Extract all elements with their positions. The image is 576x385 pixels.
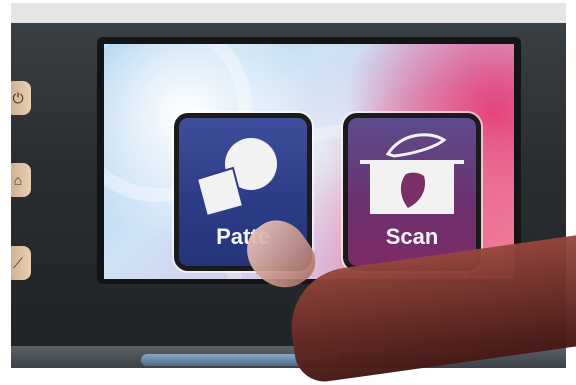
home-icon: ⌂ bbox=[13, 172, 23, 188]
home-button[interactable]: ⌂ bbox=[11, 163, 31, 197]
leaf-scan-icon bbox=[360, 133, 464, 214]
tool-icon: ⟋ bbox=[13, 254, 23, 271]
scan-button[interactable]: Scan bbox=[343, 113, 481, 271]
shapes-icon bbox=[195, 138, 277, 218]
scan-label: Scan bbox=[385, 224, 439, 249]
tool-button[interactable]: ⟋ bbox=[11, 246, 31, 280]
power-icon: ⏻ bbox=[12, 89, 24, 106]
photo-frame: ⏻ ⌂ ⟋ Patte Scan bbox=[0, 0, 576, 385]
power-button[interactable]: ⏻ bbox=[11, 81, 31, 115]
top-bar bbox=[11, 3, 566, 23]
